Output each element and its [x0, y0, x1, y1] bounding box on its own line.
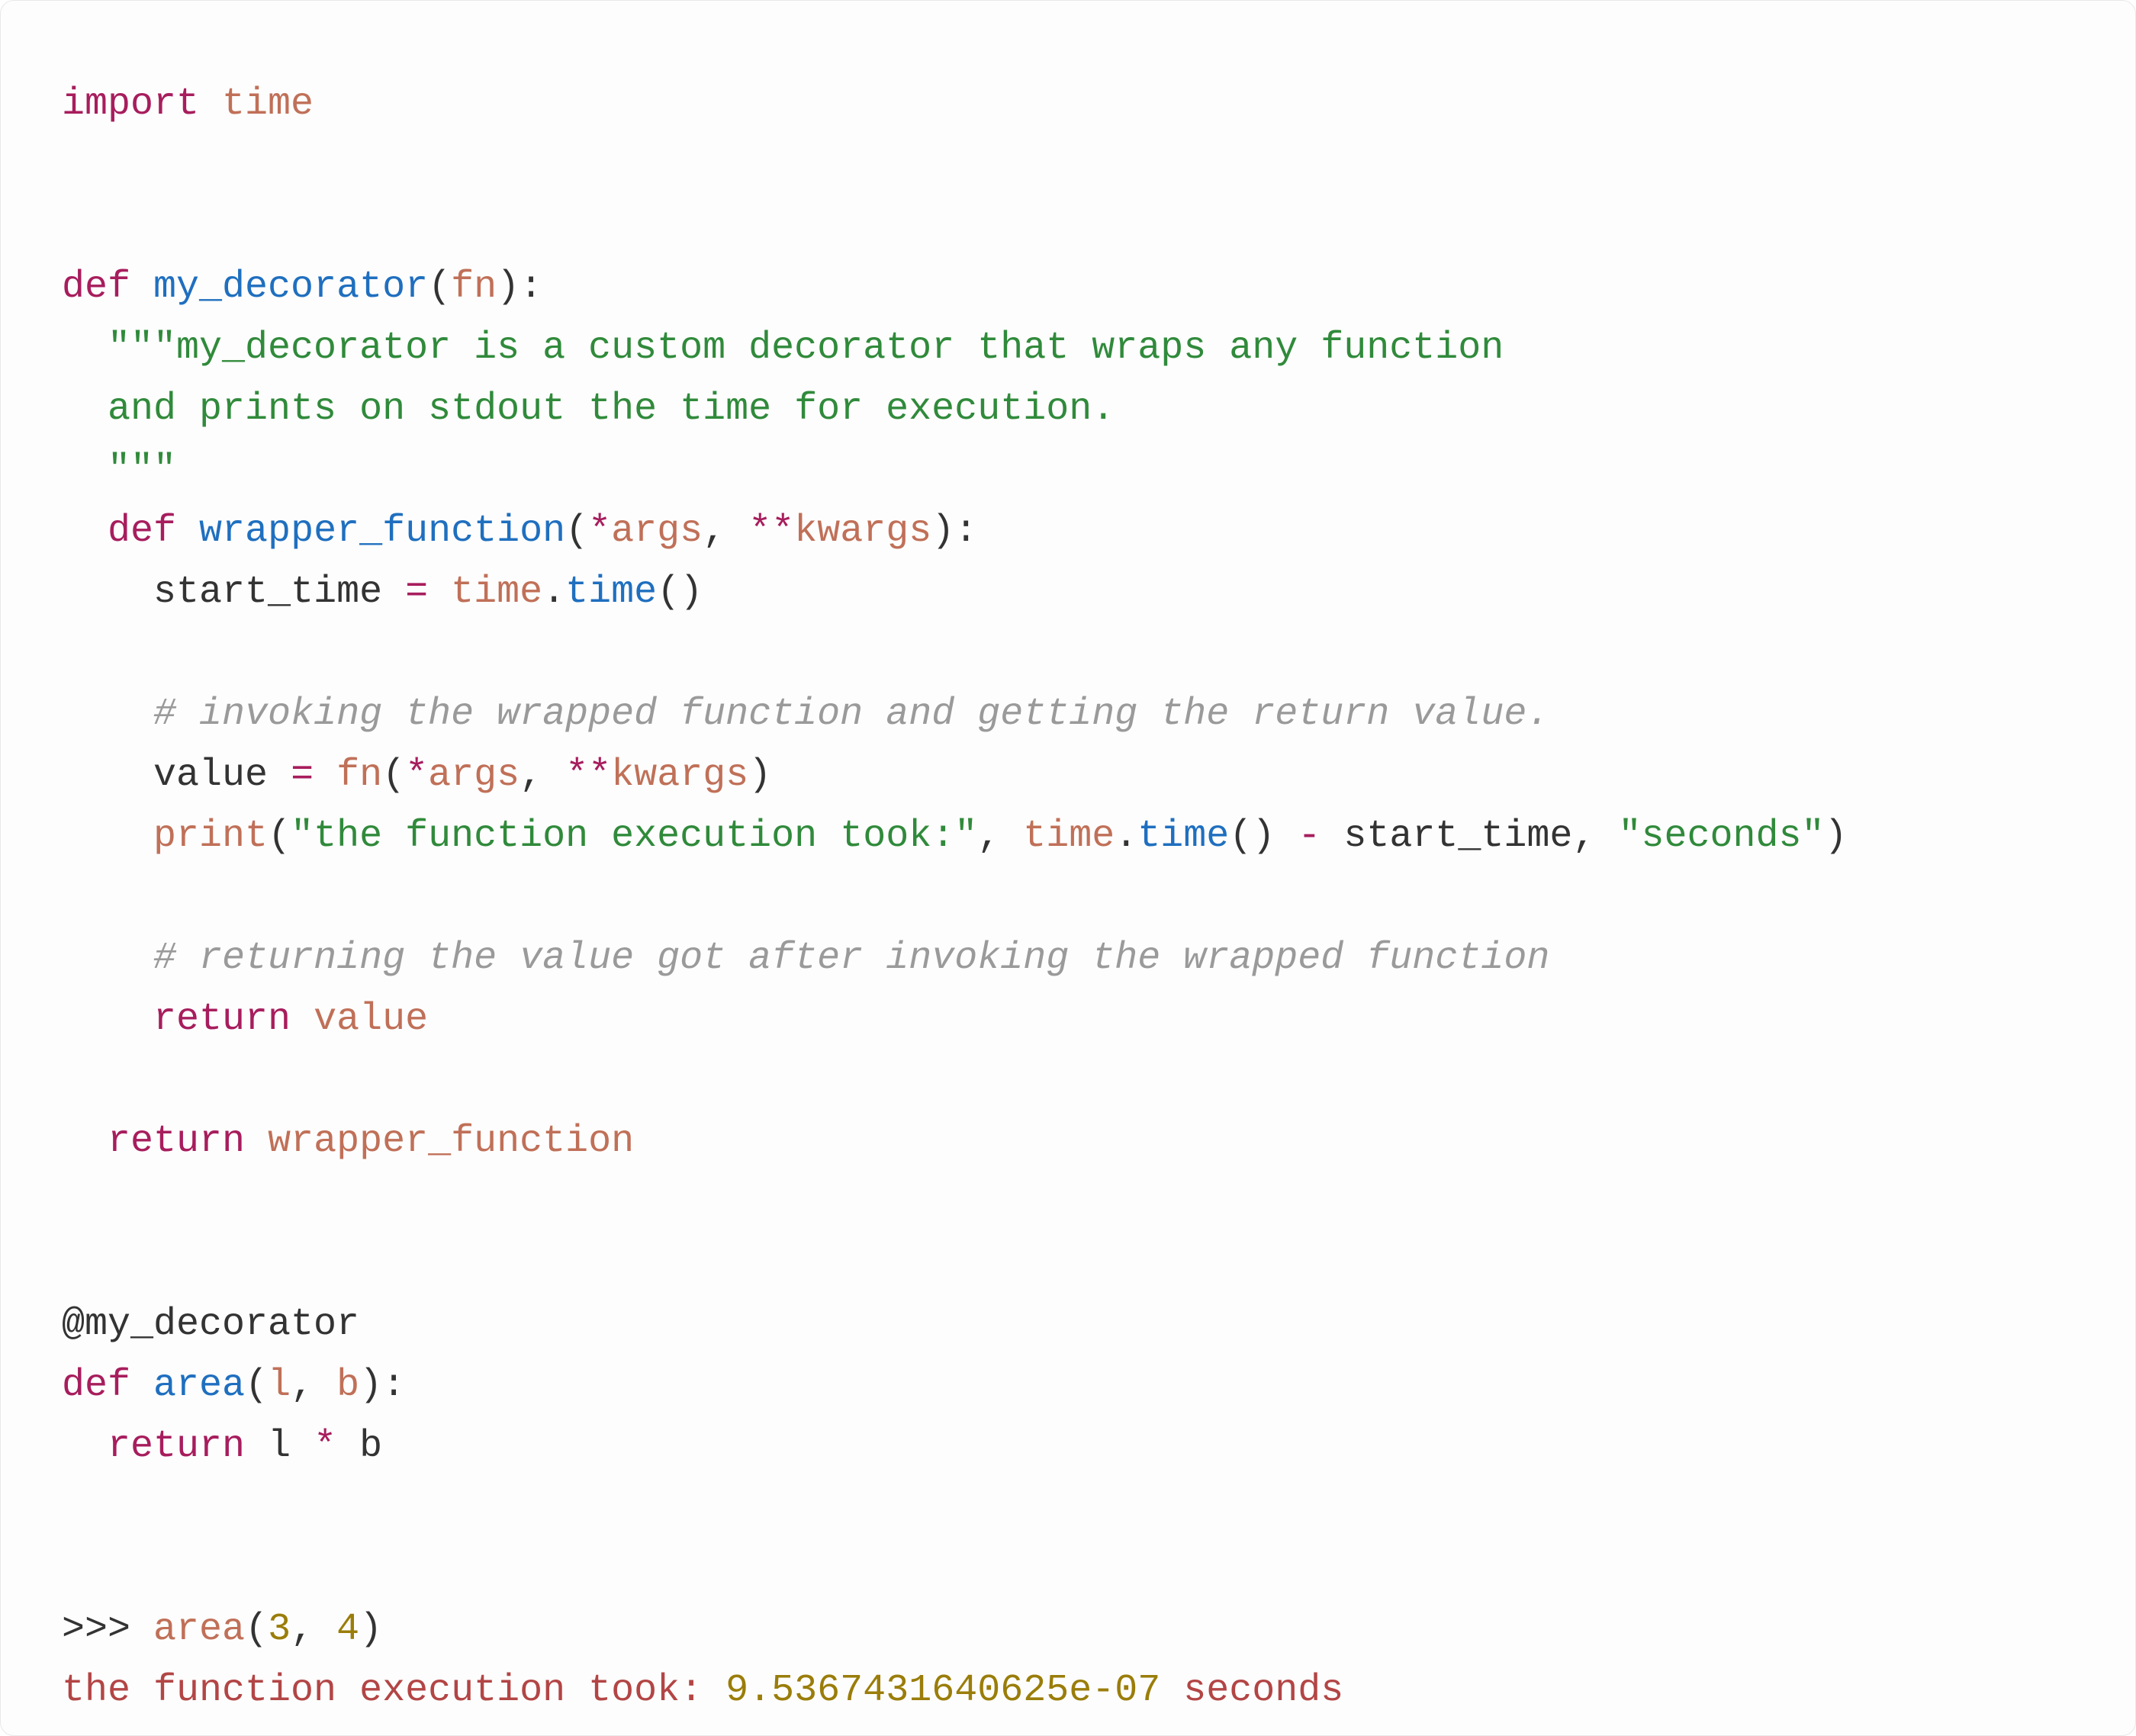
- line-23: return l * b: [108, 1425, 382, 1468]
- kw-import: import: [62, 82, 199, 126]
- line-22: def area(l, b):: [62, 1364, 405, 1407]
- fn-my_decorator: my_decorator: [153, 265, 428, 309]
- repl-line: >>> area(3, 4): [62, 1608, 382, 1651]
- comment-invoke: # invoking the wrapped function and gett…: [153, 693, 1549, 736]
- repl-prompt: >>>: [62, 1608, 153, 1651]
- docstring-line-2: and prints on stdout the time for execut…: [62, 387, 1115, 431]
- line-18: return wrapper_function: [108, 1120, 634, 1163]
- fn-print: print: [153, 815, 268, 858]
- line-9: start_time = time.time(): [153, 571, 703, 614]
- output-line-1: the function execution took: 9.536743164…: [62, 1669, 1343, 1712]
- param-kwargs: kwargs: [794, 510, 931, 553]
- line-13: print("the function execution took:", ti…: [153, 815, 1848, 858]
- docstring-line-1: """my_decorator is a custom decorator th…: [108, 326, 1504, 370]
- comment-return: # returning the value got after invoking…: [153, 937, 1549, 980]
- kw-def: def: [62, 265, 130, 309]
- docstring-line-3: """: [62, 448, 176, 492]
- line-4: def my_decorator(fn):: [62, 265, 542, 309]
- decorator-line: @my_decorator: [62, 1303, 359, 1346]
- line-8: def wrapper_function(*args, **kwargs):: [108, 510, 977, 553]
- output-result: 12: [62, 1730, 108, 1736]
- line-16: return value: [153, 998, 428, 1041]
- param-fn: fn: [451, 265, 497, 309]
- code-block: import time def my_decorator(fn): """my_…: [0, 0, 2136, 1736]
- line-12: value = fn(*args, **kwargs): [153, 754, 771, 797]
- param-args: args: [611, 510, 703, 553]
- line-1: import time: [62, 82, 314, 126]
- fn-wrapper_function: wrapper_function: [199, 510, 565, 553]
- module-time: time: [222, 82, 314, 126]
- fn-area: area: [153, 1364, 245, 1407]
